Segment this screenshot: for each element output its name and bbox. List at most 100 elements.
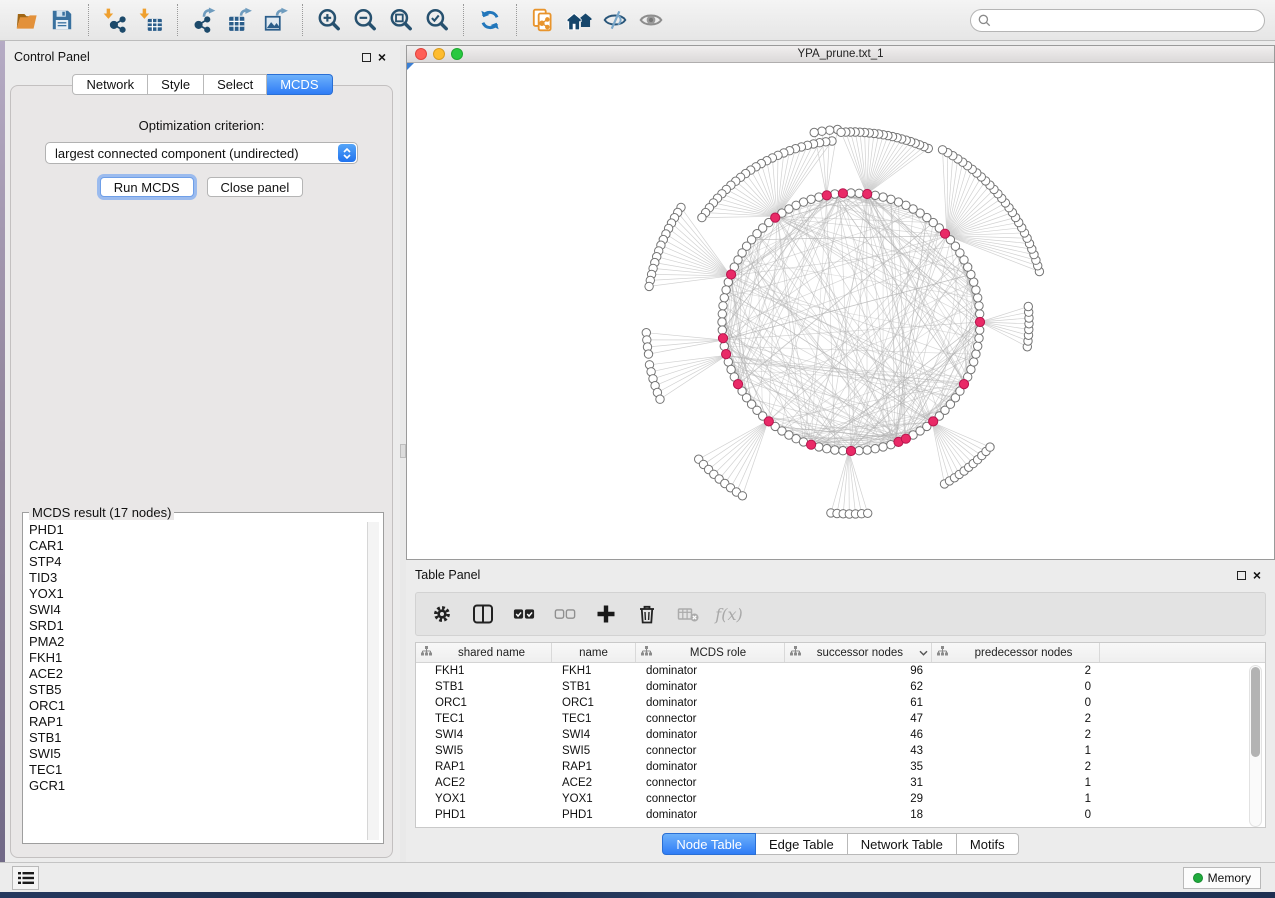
- select-all-button[interactable]: [511, 601, 537, 627]
- table-row[interactable]: TEC1TEC1connector472: [416, 711, 1265, 727]
- delete-column-button[interactable]: [634, 601, 660, 627]
- mcds-result-item[interactable]: SWI5: [29, 746, 369, 762]
- table-scrollbar[interactable]: [1249, 665, 1262, 827]
- mcds-result-item[interactable]: CAR1: [29, 538, 369, 554]
- optimization-criterion-select[interactable]: largest connected component (undirected): [45, 142, 358, 164]
- mcds-result-item[interactable]: FKH1: [29, 650, 369, 666]
- mcds-result-item[interactable]: PHD1: [29, 522, 369, 538]
- mcds-result-item[interactable]: GCR1: [29, 778, 369, 794]
- column-header-predecessor-nodes[interactable]: predecessor nodes: [932, 643, 1100, 662]
- hide-selected-button[interactable]: [600, 5, 630, 35]
- cell-shared-name: SWI4: [416, 729, 552, 741]
- save-session-button[interactable]: [47, 5, 77, 35]
- show-column-panel-button[interactable]: [470, 601, 496, 627]
- zoom-fit-button[interactable]: [386, 5, 416, 35]
- mcds-result-item[interactable]: ORC1: [29, 698, 369, 714]
- mcds-result-title: MCDS result (17 nodes): [29, 505, 174, 520]
- mcds-result-item[interactable]: TEC1: [29, 762, 369, 778]
- zoom-out-button[interactable]: [350, 5, 380, 35]
- mcds-result-item[interactable]: YOX1: [29, 586, 369, 602]
- tab-network-table[interactable]: Network Table: [848, 833, 957, 855]
- table-row[interactable]: ACE2ACE2connector311: [416, 775, 1265, 791]
- mcds-result-list[interactable]: PHD1CAR1STP4TID3YOX1SWI4SRD1PMA2FKH1ACE2…: [24, 522, 369, 840]
- first-neighbors-button[interactable]: [564, 5, 594, 35]
- run-mcds-button[interactable]: Run MCDS: [100, 177, 194, 197]
- cell-successor-nodes: 43: [785, 745, 932, 757]
- memory-button[interactable]: Memory: [1183, 867, 1261, 889]
- table-settings-button[interactable]: [429, 601, 455, 627]
- export-network-button[interactable]: [189, 5, 219, 35]
- mcds-panel: Optimization criterion: largest connecte…: [10, 85, 393, 858]
- mcds-result-item[interactable]: STP4: [29, 554, 369, 570]
- cell-successor-nodes: 47: [785, 713, 932, 725]
- tab-node-table[interactable]: Node Table: [662, 833, 756, 855]
- tab-style[interactable]: Style: [148, 74, 204, 95]
- column-header-successor-nodes[interactable]: successor nodes: [785, 643, 932, 662]
- table-row[interactable]: ORC1ORC1dominator610: [416, 695, 1265, 711]
- refresh-icon: [477, 7, 503, 33]
- export-image-button[interactable]: [261, 5, 291, 35]
- create-column-button[interactable]: [593, 601, 619, 627]
- mcds-result-item[interactable]: SWI4: [29, 602, 369, 618]
- delete-table-button-disabled: [675, 601, 701, 627]
- close-panel-icon[interactable]: ×: [378, 53, 386, 62]
- mcds-result-item[interactable]: SRD1: [29, 618, 369, 634]
- table-row[interactable]: FKH1FKH1dominator962: [416, 663, 1265, 679]
- cell-name: STB1: [552, 681, 636, 693]
- new-network-from-selection-button[interactable]: [528, 5, 558, 35]
- network-graph[interactable]: [407, 63, 1274, 559]
- mcds-result-item[interactable]: STB5: [29, 682, 369, 698]
- mcds-result-item[interactable]: ACE2: [29, 666, 369, 682]
- export-table-button[interactable]: [225, 5, 255, 35]
- task-history-button[interactable]: [12, 866, 39, 890]
- show-hidden-button[interactable]: [636, 5, 666, 35]
- zoom-in-button[interactable]: [314, 5, 344, 35]
- column-header-shared-name[interactable]: shared name: [416, 643, 552, 662]
- table-row[interactable]: STB1STB1dominator620: [416, 679, 1265, 695]
- table-row[interactable]: SWI4SWI4dominator462: [416, 727, 1265, 743]
- tab-select[interactable]: Select: [204, 74, 267, 95]
- main-toolbar: [0, 0, 1275, 41]
- column-header-MCDS-role[interactable]: MCDS role: [636, 643, 785, 662]
- close-panel-button[interactable]: Close panel: [207, 177, 304, 197]
- cell-successor-nodes: 46: [785, 729, 932, 741]
- import-network-button[interactable]: [100, 5, 130, 35]
- table-body[interactable]: FKH1FKH1dominator962STB1STB1dominator620…: [416, 663, 1265, 823]
- mcds-result-item[interactable]: PMA2: [29, 634, 369, 650]
- network-window-titlebar[interactable]: YPA_prune.txt_1: [407, 46, 1274, 63]
- refresh-view-button[interactable]: [475, 5, 505, 35]
- table-row[interactable]: RAP1RAP1dominator352: [416, 759, 1265, 775]
- import-table-button[interactable]: [136, 5, 166, 35]
- cell-name: FKH1: [552, 665, 636, 677]
- search-box[interactable]: [970, 9, 1265, 32]
- scrollbar-thumb[interactable]: [1251, 667, 1260, 757]
- function-builder-button-disabled: f(x): [716, 601, 742, 627]
- cell-successor-nodes: 96: [785, 665, 932, 677]
- tab-network[interactable]: Network: [72, 74, 148, 95]
- table-row[interactable]: YOX1YOX1connector291: [416, 791, 1265, 807]
- deselect-all-button[interactable]: [552, 601, 578, 627]
- table-panel-tabs: Node TableEdge TableNetwork TableMotifs: [406, 833, 1275, 855]
- float-panel-icon[interactable]: [362, 53, 371, 62]
- tab-motifs[interactable]: Motifs: [957, 833, 1019, 855]
- table-row[interactable]: SWI5SWI5connector431: [416, 743, 1265, 759]
- mcds-result-item[interactable]: STB1: [29, 730, 369, 746]
- close-panel-icon[interactable]: ×: [1253, 571, 1261, 580]
- save-icon: [49, 7, 75, 33]
- table-row[interactable]: PHD1PHD1dominator180: [416, 807, 1265, 823]
- mcds-result-scrollbar[interactable]: [367, 522, 379, 840]
- cell-name: YOX1: [552, 793, 636, 805]
- tab-mcds[interactable]: MCDS: [267, 74, 332, 95]
- mcds-result-item[interactable]: RAP1: [29, 714, 369, 730]
- tab-edge-table[interactable]: Edge Table: [756, 833, 848, 855]
- zoom-selected-button[interactable]: [422, 5, 452, 35]
- network-canvas[interactable]: [407, 63, 1274, 559]
- float-panel-icon[interactable]: [1237, 571, 1246, 580]
- control-panel-title: Control Panel: [5, 50, 90, 64]
- search-input[interactable]: [991, 11, 1264, 30]
- cell-MCDS-role: connector: [636, 745, 785, 757]
- column-header-name[interactable]: name: [552, 643, 636, 662]
- cytoscape-app: Control Panel × NetworkStyleSelectMCDS O…: [0, 0, 1275, 898]
- mcds-result-item[interactable]: TID3: [29, 570, 369, 586]
- open-session-button[interactable]: [11, 5, 41, 35]
